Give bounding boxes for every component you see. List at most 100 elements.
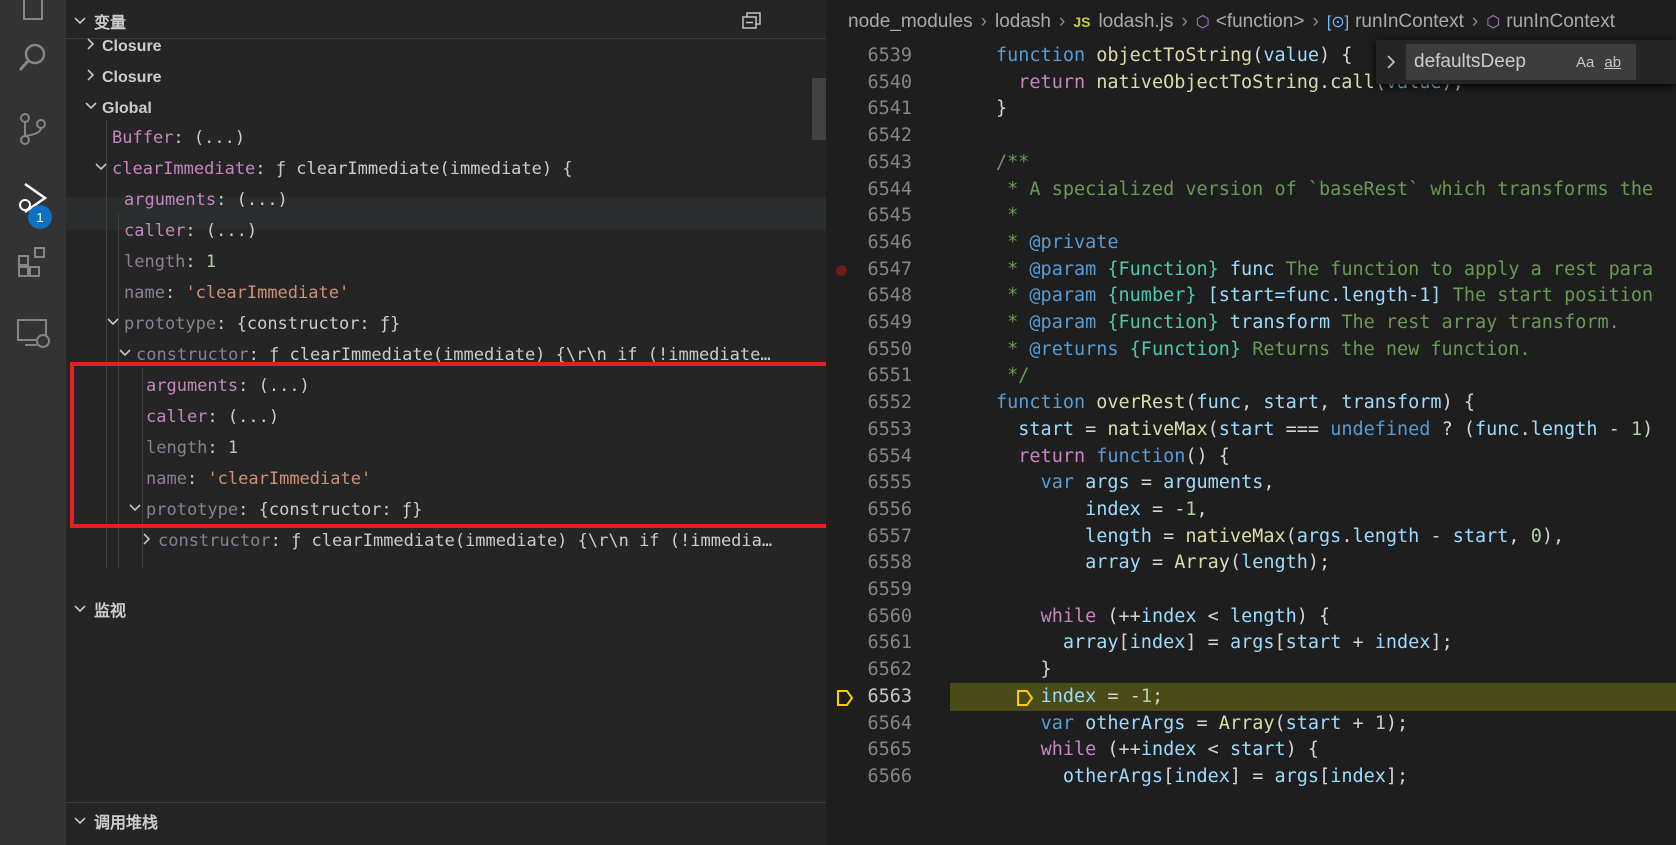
breadcrumb-item[interactable]: lodash.js [1098, 11, 1173, 33]
code-token: } [996, 98, 1008, 120]
breadcrumb-item[interactable]: <function> [1216, 11, 1305, 33]
scope-row[interactable]: Global [80, 91, 152, 124]
code-line[interactable]: 6547 * @param {Function} func The functi… [826, 256, 1676, 285]
code-line[interactable]: 6566 otherArgs[index] = args[index]; [826, 763, 1676, 792]
line-text: function objectToString(value) { [996, 42, 1352, 71]
search-icon[interactable] [0, 30, 66, 86]
code-line[interactable]: 6564 var otherArgs = Array(start + 1); [826, 710, 1676, 739]
line-number: 6543 [867, 151, 912, 173]
variable-row[interactable]: Buffer: (...) [112, 122, 245, 155]
code-line[interactable]: 6562 } [826, 656, 1676, 685]
code-token: otherArgs [1085, 712, 1186, 734]
breadcrumb-item[interactable]: node_modules [848, 11, 973, 33]
breadcrumb: node_modules › lodash › JS lodash.js › ⬡… [826, 0, 1676, 44]
code-line[interactable]: 6541} [826, 95, 1676, 124]
remote-explorer-icon[interactable] [0, 304, 66, 360]
code-token: , [1241, 392, 1264, 414]
code-token: arguments [1163, 472, 1264, 494]
scope-label: Closure [102, 38, 162, 55]
whole-word-toggle[interactable]: ab [1604, 54, 1621, 71]
breadcrumb-item[interactable]: runInContext [1355, 11, 1464, 33]
code-line[interactable]: 6560 while (++index < length) { [826, 603, 1676, 632]
chevron-down-icon[interactable] [90, 153, 112, 186]
scope-row[interactable]: Closure [80, 29, 162, 62]
code-token: [ [1163, 765, 1175, 787]
extensions-icon[interactable] [0, 234, 66, 290]
line-text: index = -1; [996, 683, 1164, 712]
callstack-section-header[interactable]: 调用堆栈 [66, 806, 826, 836]
annotation-highlight-box [70, 362, 826, 528]
code-token: ) { [1319, 45, 1353, 66]
variables-section-header[interactable]: 变量 [66, 6, 826, 36]
key-separator: : [185, 252, 206, 272]
toggle-replace-icon[interactable] [1376, 54, 1406, 70]
code-token: Array [1218, 712, 1275, 734]
code-line[interactable]: 6553 start = nativeMax(start === undefin… [826, 416, 1676, 445]
files-icon[interactable] [0, 0, 66, 34]
chevron-down-icon[interactable] [102, 308, 124, 341]
line-text: * @param {number} [start=func.length-1] … [996, 282, 1653, 311]
debug-badge: 1 [28, 205, 52, 229]
code-token: } [996, 659, 1052, 681]
source-control-icon[interactable] [0, 101, 66, 157]
breadcrumb-item[interactable]: lodash [995, 11, 1051, 33]
code-token: nativeObjectToString [1096, 71, 1320, 93]
code-token: @param [1029, 312, 1108, 333]
code-line[interactable]: 6552 function overRest(func, start, trans… [826, 389, 1676, 418]
symbol-method-icon: ⬡ [1486, 14, 1501, 31]
watch-section-title: 监视 [94, 603, 127, 620]
line-number: 6548 [867, 285, 912, 307]
symbol-method-icon: ⬡ [1195, 14, 1210, 31]
breadcrumb-item[interactable]: runInContext [1506, 11, 1615, 33]
chevron-down-icon[interactable] [80, 91, 102, 124]
variable-row[interactable]: prototype: {constructor: ƒ} [102, 308, 400, 341]
code-line[interactable]: 6555 var args = arguments, [826, 469, 1676, 498]
code-token: . [1519, 418, 1531, 440]
variable-row[interactable]: constructor: ƒ clearImmediate(immediate)… [136, 525, 772, 558]
scope-row[interactable]: Closure [80, 60, 162, 93]
watch-section-header[interactable]: 监视 [66, 594, 826, 624]
variable-row[interactable]: length: 1 [124, 246, 216, 279]
code-token: index [1140, 605, 1197, 627]
match-case-toggle[interactable]: Aa [1576, 54, 1594, 71]
chevron-right-icon[interactable] [80, 29, 102, 62]
code-line[interactable]: 6543 /** [826, 149, 1676, 178]
chevron-right-icon[interactable] [136, 525, 158, 558]
find-input[interactable] [1406, 44, 1636, 80]
code-line[interactable]: 6557 length = nativeMax(args.length - st… [826, 523, 1676, 552]
code-line[interactable]: 6559 [826, 576, 1676, 605]
code-token: () { [1185, 445, 1230, 467]
line-text: array[index] = args[start + index]; [996, 629, 1453, 658]
variable-value: (...) [236, 190, 288, 210]
code-line[interactable]: 6548 * @param {number} [start=func.lengt… [826, 282, 1676, 311]
variable-value: (...) [205, 221, 258, 241]
chevron-right-icon[interactable] [80, 60, 102, 93]
variable-row[interactable]: name: 'clearImmediate' [124, 277, 349, 310]
code-token: ) { [1441, 392, 1475, 414]
code-line[interactable]: 6550 * @returns {Function} Returns the n… [826, 336, 1676, 365]
line-number: 6563 [867, 685, 912, 707]
collapse-all-icon[interactable] [742, 12, 762, 35]
code-line[interactable]: 6545 * [826, 202, 1676, 231]
scrollbar-thumb[interactable] [812, 78, 826, 140]
code-line[interactable]: 6554 return function() { [826, 443, 1676, 472]
code-line[interactable]: 6556 index = -1, [826, 496, 1676, 525]
code-line[interactable]: 6561 array[index] = args[start + index]; [826, 629, 1676, 658]
variable-row[interactable]: caller: (...) [124, 215, 257, 248]
code-line[interactable]: 6565 while (++index < start) { [826, 736, 1676, 765]
code-token: < [1196, 739, 1230, 761]
variable-row[interactable]: clearImmediate: ƒ clearImmediate(immedia… [90, 153, 573, 186]
code-token: start [1018, 418, 1074, 440]
code-line[interactable]: 6546 * @private [826, 229, 1676, 258]
variable-row[interactable]: arguments: (...) [124, 184, 288, 217]
code-line[interactable]: 6558 array = Array(length); [826, 549, 1676, 578]
code-line[interactable]: 6551 */ [826, 362, 1676, 391]
code-line[interactable]: 6544 * A specialized version of `baseRes… [826, 176, 1676, 205]
code-line[interactable]: 6542 [826, 122, 1676, 151]
code-line[interactable]: 6563 index = -1; [826, 682, 1676, 712]
code-token: = [1151, 525, 1186, 547]
code-line[interactable]: 6549 * @param {Function} transform The r… [826, 309, 1676, 338]
